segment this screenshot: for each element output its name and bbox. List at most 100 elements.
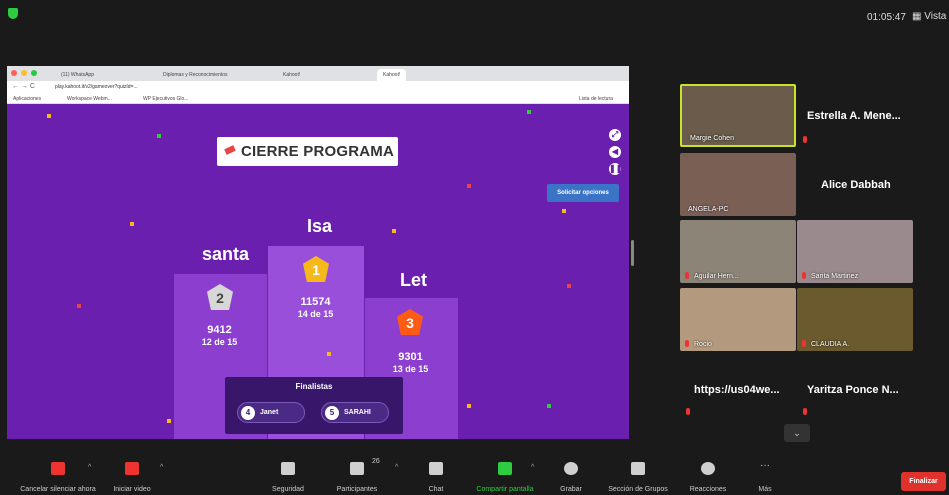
bookmark-item[interactable]: Workspace Webm... — [67, 96, 112, 102]
finalists-label: Finalistas — [295, 382, 333, 391]
correct-first: 14 de 15 — [297, 309, 334, 319]
participant-name: CLAUDIA A. — [811, 341, 850, 348]
breakout-rooms-button[interactable]: Sección de Grupos — [608, 452, 668, 495]
participant-tile[interactable]: Aguilar Hern... — [680, 220, 796, 283]
podium-name-second: santa — [202, 244, 250, 264]
participant-name: https://us04we... — [694, 384, 780, 396]
browser-tab[interactable]: Diplomas y Reconocimientos — [157, 69, 233, 81]
participants-button[interactable]: Participantes — [337, 452, 377, 495]
start-video-button[interactable]: Iniciar video — [112, 452, 152, 495]
game-title-banner: CIERRE PROGRAMA — [217, 137, 398, 166]
fullscreen-icon[interactable]: ⤢ — [609, 129, 621, 141]
participants-count: 26 — [372, 458, 380, 465]
close-dot-icon[interactable] — [11, 70, 17, 76]
confetti — [392, 229, 396, 233]
security-button[interactable]: Seguridad — [268, 452, 308, 495]
chevron-up-icon[interactable]: ^ — [531, 464, 534, 471]
window-controls — [11, 70, 37, 76]
confetti — [467, 404, 471, 408]
share-screen-button[interactable]: Compartir pantalla — [476, 452, 534, 495]
participant-tile[interactable]: Rocio — [680, 288, 796, 351]
view-label: Vista — [924, 11, 947, 22]
shield-icon — [281, 462, 295, 475]
chevron-up-icon[interactable]: ^ — [395, 464, 398, 471]
participant-name: Aguilar Hern... — [694, 273, 739, 280]
unmute-button[interactable]: Cancelar silenciar ahora — [20, 452, 96, 495]
finalist-name: Janet — [260, 409, 279, 416]
finalist-item: 4 Janet — [237, 402, 305, 423]
minimize-dot-icon[interactable] — [21, 70, 27, 76]
participant-tile[interactable]: Margie Cohen — [680, 84, 796, 147]
confetti — [77, 304, 81, 308]
participant-name: Sarita Martinez — [811, 273, 859, 280]
record-icon — [564, 462, 578, 475]
shared-browser-window: (11) WhatsApp Diplomas y Reconocimientos… — [7, 66, 629, 439]
mic-muted-icon — [803, 136, 807, 143]
participant-tile[interactable]: CLAUDIA A. — [797, 288, 913, 351]
meeting-timer: 01:05:47 — [867, 12, 906, 23]
participant-tile[interactable]: https://us04we... — [680, 356, 796, 419]
mic-muted-icon — [51, 462, 65, 475]
reading-list[interactable]: Lista de lectura — [579, 96, 613, 102]
confetti — [567, 284, 571, 288]
splitter-handle[interactable] — [631, 240, 634, 266]
podium-name-third: Let — [400, 270, 427, 290]
finalist-name: SARAHI — [344, 409, 371, 416]
browser-tab[interactable]: (11) WhatsApp — [55, 69, 100, 81]
bookmark-item[interactable]: Aplicaciones — [13, 96, 41, 102]
finalist-rank: 5 — [325, 406, 339, 420]
browser-tab[interactable]: Kahoot! — [277, 69, 306, 81]
browser-tab-active[interactable]: Kahoot! — [377, 69, 407, 81]
view-button[interactable]: ▦ Vista — [912, 11, 946, 22]
share-screen-icon — [498, 462, 512, 475]
score-third: 9301 — [398, 351, 423, 363]
chat-icon — [429, 462, 443, 475]
participant-name: Margie Cohen — [690, 135, 734, 142]
mic-muted-icon — [803, 408, 807, 415]
address-bar: ← → C play.kahoot.it/v2/gameover?quizId=… — [7, 81, 629, 93]
maximize-dot-icon[interactable] — [31, 70, 37, 76]
more-label: Más — [758, 486, 772, 493]
confetti — [47, 114, 51, 118]
url-field[interactable]: play.kahoot.it/v2/gameover?quizId=... — [55, 84, 138, 90]
nav-arrows-icon[interactable]: ← → C — [12, 83, 35, 90]
correct-second: 12 de 15 — [201, 337, 238, 347]
confetti — [467, 184, 471, 188]
chevron-up-icon[interactable]: ^ — [88, 464, 91, 471]
bookmark-item[interactable]: WP Ejecutivos Glo... — [143, 96, 188, 102]
participant-tile[interactable]: ANGELA-PC — [680, 153, 796, 216]
record-button[interactable]: Grabar — [551, 452, 591, 495]
participants-icon — [350, 462, 364, 475]
checkmark-icon — [224, 145, 236, 155]
score-first: 11574 — [300, 296, 331, 308]
chevron-up-icon[interactable]: ^ — [160, 464, 163, 471]
participant-tile[interactable]: Yaritza Ponce N... — [797, 356, 913, 419]
participant-tile[interactable]: Alice Dabbah — [797, 153, 913, 216]
confetti — [130, 222, 134, 226]
participant-name: Alice Dabbah — [821, 179, 891, 191]
podium-name-first: Isa — [307, 216, 333, 236]
browser-tab-strip: (11) WhatsApp Diplomas y Reconocimientos… — [7, 66, 629, 81]
chevron-down-icon[interactable]: ⌄ — [784, 424, 810, 442]
participant-tile[interactable]: Estrella A. Mene... — [797, 84, 913, 147]
game-title: CIERRE PROGRAMA — [241, 143, 395, 160]
start-video-label: Iniciar video — [113, 486, 151, 493]
mic-muted-icon — [685, 340, 689, 347]
security-shield-icon[interactable] — [8, 8, 18, 19]
participant-tile[interactable]: Sarita Martinez — [797, 220, 913, 283]
participant-name: Yaritza Ponce N... — [807, 384, 899, 396]
request-options-button[interactable]: Solicitar opciones — [547, 184, 619, 202]
zoom-window: 01:05:47 ▦ Vista (11) WhatsApp Diplomas … — [0, 0, 949, 495]
finalists-panel: Finalistas 4 Janet 5 SARAHI — [225, 377, 403, 434]
more-button[interactable]: ··· Más — [745, 452, 785, 495]
chat-button[interactable]: Chat — [416, 452, 456, 495]
finalist-rank: 4 — [241, 406, 255, 420]
correct-third: 13 de 15 — [392, 364, 429, 374]
confetti — [527, 110, 531, 114]
participant-name: Rocio — [694, 341, 712, 348]
pause-icon[interactable]: ❚❚ — [609, 163, 622, 175]
end-meeting-button[interactable]: Finalizar — [901, 472, 946, 491]
back-icon[interactable]: ◀ — [609, 146, 621, 158]
breakout-grid-icon — [631, 462, 645, 475]
finalist-item: 5 SARAHI — [321, 402, 389, 423]
